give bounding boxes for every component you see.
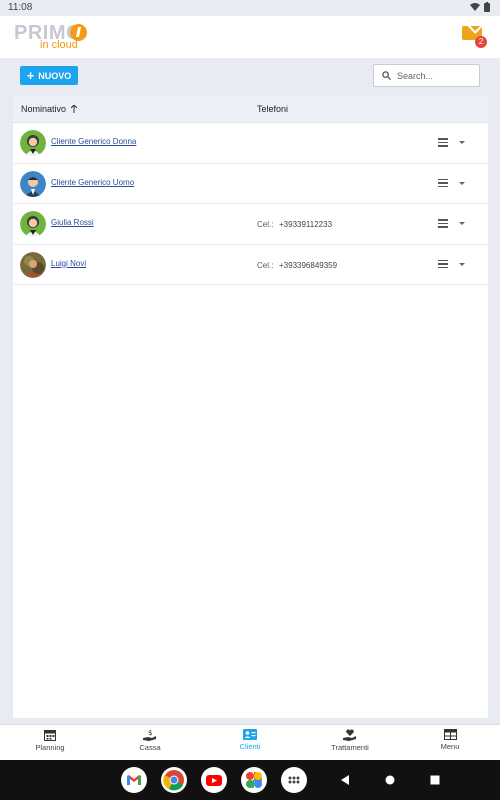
status-time: 11:08	[8, 2, 33, 13]
phone-label: Cel.:	[257, 260, 274, 270]
app-drawer-icon[interactable]	[281, 767, 307, 793]
female-avatar-icon	[20, 211, 46, 237]
system-icons	[470, 2, 490, 12]
column-name-label: Nominativo	[21, 104, 67, 114]
nav-menu[interactable]: Menu	[415, 729, 485, 751]
plus-icon: +	[26, 67, 35, 83]
nav-menu-label: Menu	[440, 742, 460, 751]
photos-icon[interactable]	[241, 767, 267, 793]
chrome-icon[interactable]	[161, 767, 187, 793]
mail-button[interactable]: 2	[462, 26, 487, 48]
table-row: Giulia Rossi Cel.: +39339112233	[13, 204, 488, 245]
client-name-link[interactable]: Luigi Novi	[51, 259, 86, 268]
new-client-button[interactable]: + NUOVO	[20, 66, 78, 85]
sort-ascending-icon	[71, 105, 78, 113]
calendar-icon	[44, 730, 56, 741]
client-name-link[interactable]: Giulia Rossi	[51, 218, 94, 227]
hamburger-menu-icon[interactable]	[438, 259, 448, 268]
table-header: Nominativo Telefoni	[13, 96, 488, 123]
clients-table: Nominativo Telefoni Cliente Generico Don…	[13, 96, 488, 718]
gmail-icon[interactable]	[121, 767, 147, 793]
cash-hand-icon: $	[143, 729, 156, 741]
table-row: Cliente Generico Donna	[13, 123, 488, 164]
hamburger-menu-icon[interactable]	[438, 178, 448, 187]
nav-cassa[interactable]: $ Cassa	[115, 729, 185, 752]
search-input[interactable]	[397, 70, 477, 81]
youtube-icon[interactable]	[201, 767, 227, 793]
chevron-down-icon[interactable]	[459, 222, 465, 225]
home-icon[interactable]	[385, 775, 395, 785]
chevron-down-icon[interactable]	[459, 181, 465, 185]
phone-label: Cel.:	[257, 220, 274, 229]
column-phones-header: Telefoni	[257, 104, 289, 114]
nav-trattamenti[interactable]: Trattamenti	[315, 729, 385, 752]
app-logo[interactable]: PRIMO in cloud	[14, 22, 94, 52]
bottom-navigation: Planning $ Cassa Clienti Trattamenti Men…	[0, 724, 500, 760]
nav-planning[interactable]: Planning	[15, 729, 85, 752]
status-bar: 11:08	[0, 0, 500, 16]
chevron-down-icon[interactable]	[459, 141, 465, 144]
app-header: PRIMO in cloud 2	[0, 16, 500, 58]
logo-secondary-text: in cloud	[40, 39, 78, 51]
nav-clienti[interactable]: Clienti	[215, 729, 285, 751]
wifi-icon	[470, 3, 480, 11]
table-row: Cliente Generico Uomo	[13, 164, 488, 204]
nav-planning-label: Planning	[35, 743, 65, 752]
male-avatar-icon	[20, 170, 46, 197]
nav-trattamenti-label: Trattamenti	[331, 743, 369, 752]
back-icon[interactable]	[340, 775, 350, 785]
grid-menu-icon	[443, 729, 457, 740]
new-client-label: NUOVO	[38, 70, 72, 81]
column-name-header[interactable]: Nominativo	[21, 104, 78, 114]
nav-cassa-label: Cassa	[139, 743, 161, 752]
hamburger-menu-icon[interactable]	[438, 219, 448, 228]
phone-number: +393396849359	[279, 260, 338, 270]
search-icon	[382, 71, 391, 80]
recents-icon[interactable]	[430, 775, 440, 785]
female-avatar-icon	[20, 130, 46, 156]
search-box[interactable]	[373, 64, 480, 87]
svg-text:$: $	[148, 729, 152, 737]
system-navigation-bar	[0, 760, 500, 800]
client-name-link[interactable]: Cliente Generico Donna	[51, 137, 136, 146]
photo-avatar-icon	[20, 251, 46, 278]
chevron-down-icon[interactable]	[459, 262, 465, 266]
nav-clienti-label: Clienti	[239, 742, 261, 751]
client-name-link[interactable]: Cliente Generico Uomo	[51, 178, 134, 187]
table-row: Luigi Novi Cel.: +393396849359	[13, 245, 488, 285]
heart-hand-icon	[343, 729, 356, 741]
hamburger-menu-icon[interactable]	[438, 138, 448, 147]
phone-number: +39339112233	[279, 220, 333, 229]
mail-count-badge: 2	[475, 36, 487, 48]
contact-card-icon	[243, 729, 257, 740]
battery-icon	[484, 2, 490, 12]
